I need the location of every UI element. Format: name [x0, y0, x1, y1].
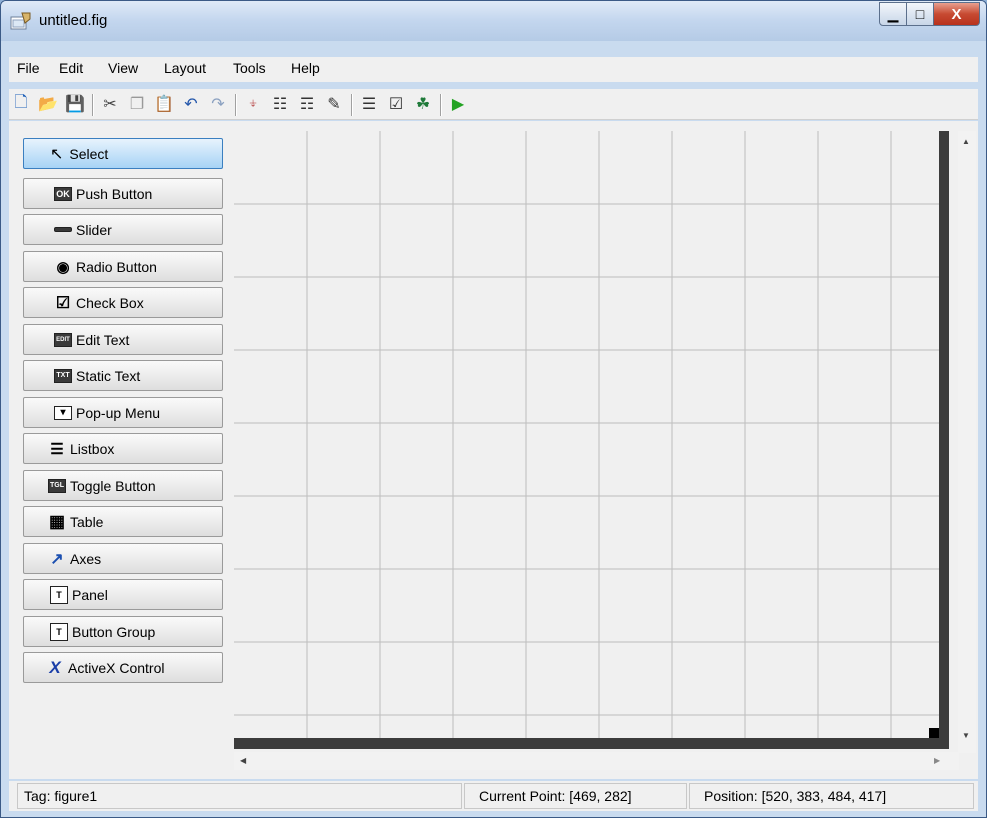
layout-canvas[interactable] — [234, 131, 959, 753]
panel-icon: T — [50, 585, 68, 604]
axes-icon: ↗ — [50, 550, 64, 568]
title-bar[interactable]: untitled.fig ▁ □ X — [1, 1, 986, 41]
status-current-point: Current Point: [469, 282] — [464, 783, 687, 809]
status-bar: Tag: figure1 Current Point: [469, 282] P… — [9, 781, 978, 811]
check-box-icon: ☑ — [55, 294, 71, 312]
figure-right-edge — [939, 131, 949, 749]
open-icon[interactable]: 📂 — [38, 94, 58, 114]
popup-menu-tool[interactable]: ▾ Pop-up Menu — [23, 397, 223, 428]
tab-order-editor-icon[interactable]: ☶ — [297, 94, 317, 114]
object-browser-icon[interactable]: ☘ — [413, 94, 433, 114]
palette-label: Check Box — [76, 294, 144, 311]
push-button-icon: OK — [54, 186, 72, 201]
save-icon[interactable]: 💾 — [65, 94, 85, 114]
undo-icon[interactable]: ↶ — [181, 94, 201, 114]
axes-tool[interactable]: ↗ Axes — [23, 543, 223, 574]
align-objects-icon[interactable]: ⍖ — [243, 94, 263, 114]
palette-label: Listbox — [70, 440, 115, 457]
scroll-up-icon[interactable]: ▲ — [962, 137, 970, 146]
menu-help[interactable]: Help — [291, 60, 320, 76]
status-position: Position: [520, 383, 484, 417] — [689, 783, 974, 809]
popup-menu-icon: ▾ — [54, 405, 72, 420]
edit-text-tool[interactable]: EDIT Edit Text — [23, 324, 223, 355]
scroll-right-icon[interactable]: ▶ — [934, 756, 940, 765]
palette-label: Radio Button — [76, 258, 157, 275]
menu-layout[interactable]: Layout — [164, 60, 206, 76]
menu-bar: File Edit View Layout Tools Help — [9, 57, 978, 82]
palette-label: Panel — [72, 586, 108, 603]
slider-tool[interactable]: Slider — [23, 214, 223, 245]
edit-text-icon: EDIT — [54, 332, 72, 347]
menu-tools[interactable]: Tools — [233, 60, 266, 76]
cut-icon[interactable]: ✂ — [100, 94, 120, 114]
arrow-cursor-icon: ↖ — [50, 145, 64, 163]
toolbar-separator — [440, 94, 442, 116]
horizontal-scrollbar[interactable]: ◀ ▶ — [234, 752, 959, 770]
scroll-left-icon[interactable]: ◀ — [240, 756, 246, 765]
listbox-icon: ☰ — [50, 440, 64, 458]
table-icon: ▦ — [48, 511, 66, 531]
minimize-icon: ▁ — [887, 5, 899, 22]
panel-tool[interactable]: T Panel — [23, 579, 223, 610]
scroll-down-icon[interactable]: ▼ — [962, 731, 970, 740]
button-group-icon: T — [50, 622, 68, 641]
palette-label: Edit Text — [76, 331, 130, 348]
toolbar-separator — [92, 94, 94, 116]
run-figure-icon[interactable]: ▶ — [448, 94, 468, 114]
button-group-tool[interactable]: T Button Group — [23, 616, 223, 647]
palette-label: Select — [69, 145, 109, 162]
select-tool-button[interactable]: ↖ Select — [23, 138, 223, 169]
listbox-tool[interactable]: ☰ Listbox — [23, 433, 223, 464]
menu-edit[interactable]: Edit — [59, 60, 83, 76]
toggle-button-tool[interactable]: TGL Toggle Button — [23, 470, 223, 501]
redo-icon[interactable]: ↷ — [208, 94, 228, 114]
menu-file[interactable]: File — [17, 60, 40, 76]
window-title: untitled.fig — [39, 12, 108, 29]
activex-icon: X — [49, 657, 61, 677]
palette-label: Table — [70, 513, 104, 530]
minimize-button[interactable]: ▁ — [879, 2, 907, 26]
maximize-button[interactable]: □ — [907, 2, 934, 26]
toggle-button-icon: TGL — [48, 478, 66, 493]
vertical-scrollbar[interactable]: ▲ ▼ — [958, 131, 976, 753]
figure-file-icon — [10, 12, 31, 30]
paste-icon[interactable]: 📋 — [154, 94, 174, 114]
menu-editor-icon[interactable]: ☷ — [270, 94, 290, 114]
figure-bottom-edge — [234, 738, 949, 749]
guide-window: untitled.fig ▁ □ X File Edit View Layout… — [0, 0, 987, 818]
palette-label: ActiveX Control — [68, 659, 165, 676]
radio-button-icon: ◉ — [56, 258, 70, 276]
layout-grid — [234, 131, 939, 738]
menu-view[interactable]: View — [108, 60, 138, 76]
copy-icon[interactable]: ❐ — [127, 94, 147, 114]
static-text-tool[interactable]: TXT Static Text — [23, 360, 223, 391]
table-tool[interactable]: ▦ Table — [23, 506, 223, 537]
palette-label: Static Text — [76, 367, 141, 384]
close-icon: X — [951, 5, 962, 23]
palette-label: Push Button — [76, 185, 153, 202]
new-icon[interactable]: 🗋 — [11, 94, 31, 114]
resize-handle[interactable] — [929, 728, 939, 738]
palette-label: Axes — [70, 550, 102, 567]
push-button-tool[interactable]: OK Push Button — [23, 178, 223, 209]
static-text-icon: TXT — [54, 368, 72, 383]
toolbar-separator — [235, 94, 237, 116]
m-file-editor-icon[interactable]: ☰ — [359, 94, 379, 114]
palette-label: Toggle Button — [70, 477, 156, 494]
activex-control-tool[interactable]: X ActiveX Control — [23, 652, 223, 683]
close-button[interactable]: X — [934, 2, 980, 26]
status-tag: Tag: figure1 — [17, 783, 462, 809]
toolbar: 🗋 📂 💾 ✂ ❐ 📋 ↶ ↷ ⍖ ☷ ☶ ✎ ☰ ☑ ☘ ▶ — [9, 89, 978, 120]
palette-label: Pop-up Menu — [76, 404, 161, 421]
palette-label: Slider — [76, 221, 112, 238]
property-inspector-icon[interactable]: ☑ — [386, 94, 406, 114]
palette-label: Button Group — [72, 623, 156, 640]
toolbar-editor-icon[interactable]: ✎ — [324, 94, 344, 114]
slider-icon — [54, 227, 72, 232]
radio-button-tool[interactable]: ◉ Radio Button — [23, 251, 223, 282]
toolbar-separator — [351, 94, 353, 116]
check-box-tool[interactable]: ☑ Check Box — [23, 287, 223, 318]
maximize-icon: □ — [915, 6, 925, 22]
